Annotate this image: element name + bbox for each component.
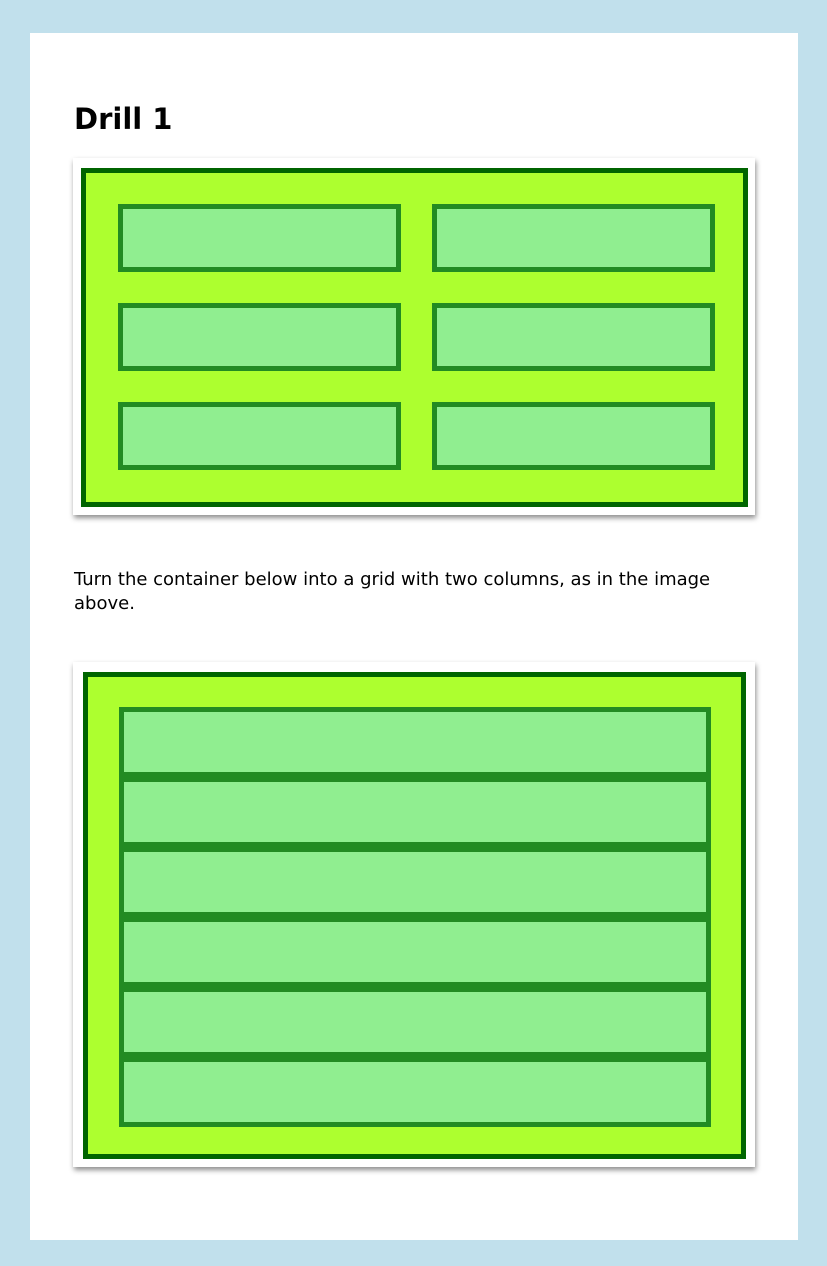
page-title: Drill 1 (74, 102, 173, 136)
exercise-panel (73, 662, 755, 1167)
example-grid-item (118, 402, 401, 470)
example-grid-item (432, 204, 715, 272)
instructions-text: Turn the container below into a grid wit… (74, 569, 711, 614)
example-image (73, 158, 755, 515)
exercise-item (119, 1057, 711, 1127)
example-grid-item (118, 303, 401, 371)
exercise-item (119, 847, 711, 917)
exercise-item (119, 707, 711, 777)
example-grid (118, 204, 715, 470)
example-grid-item (432, 402, 715, 470)
exercise-container (83, 672, 746, 1159)
exercise-item (119, 987, 711, 1057)
drill-page: Drill 1 Turn the container below into a … (30, 33, 798, 1240)
exercise-item (119, 917, 711, 987)
example-grid-item (118, 204, 401, 272)
example-grid-item (432, 303, 715, 371)
exercise-items (119, 707, 711, 1127)
example-grid-container (81, 168, 748, 507)
exercise-item (119, 777, 711, 847)
